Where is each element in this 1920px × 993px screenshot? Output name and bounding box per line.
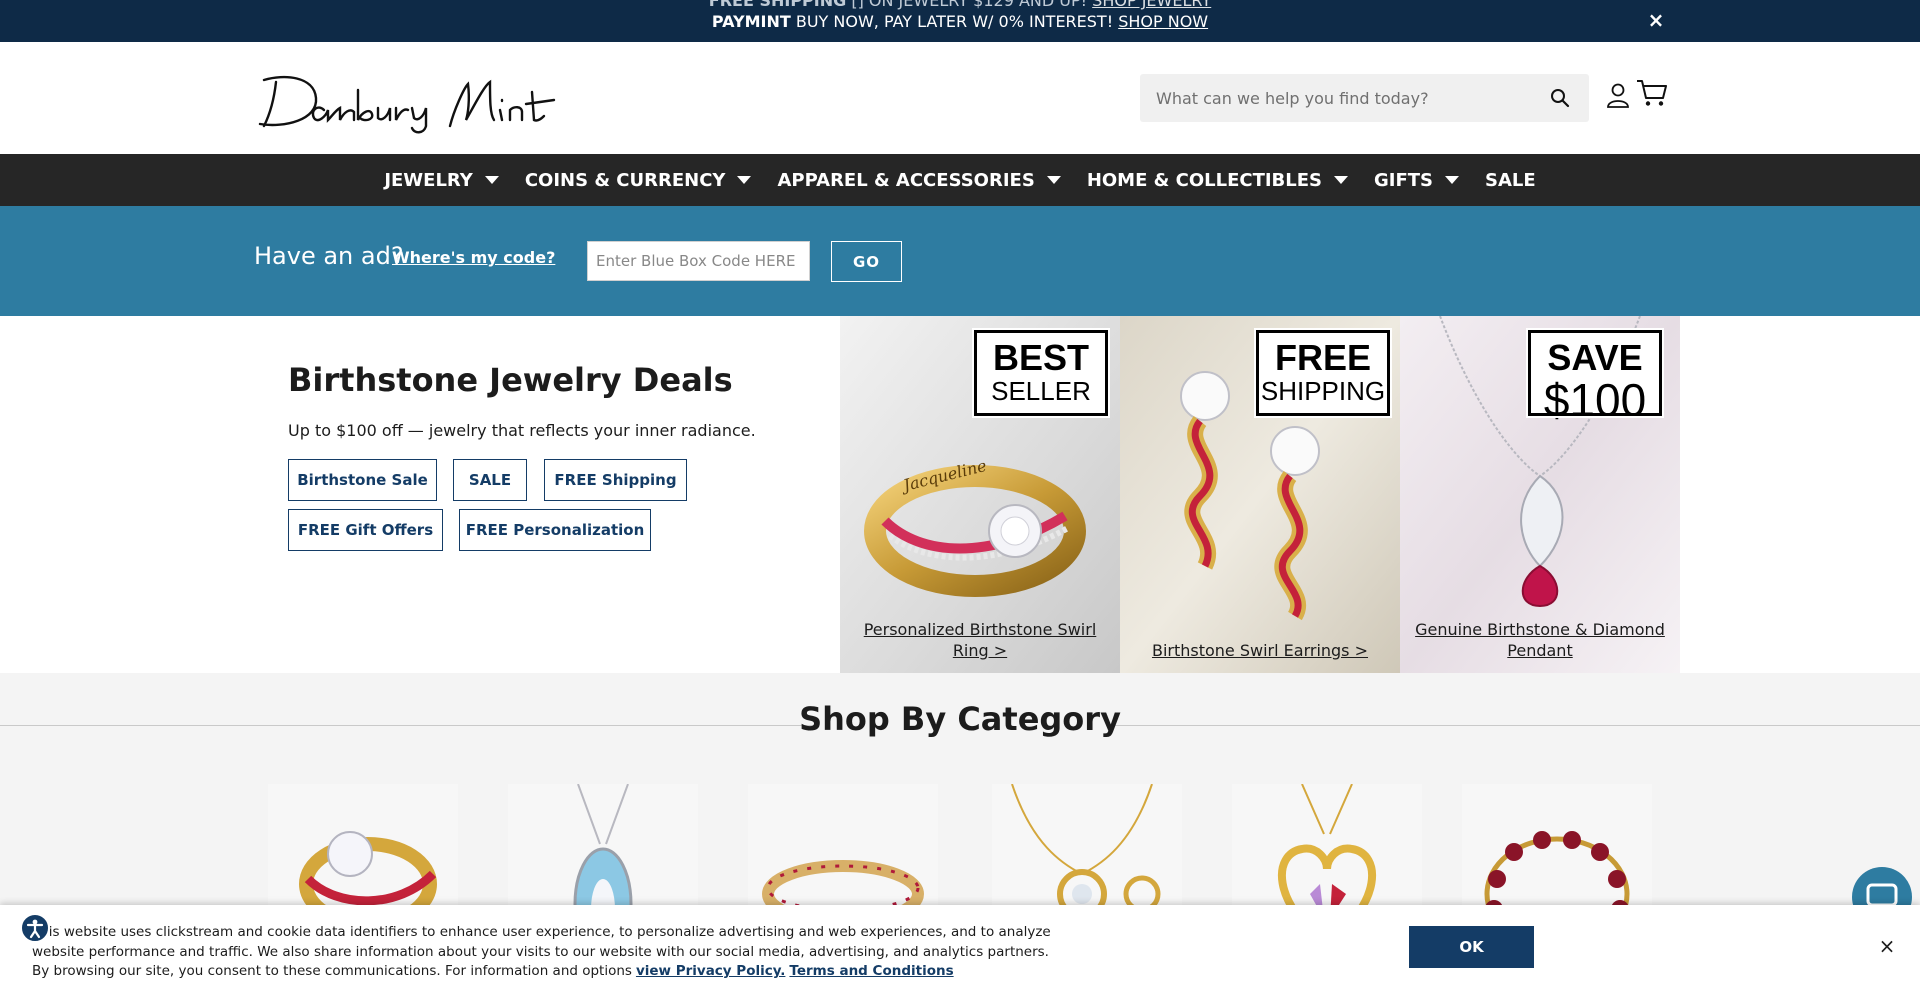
- account-icon[interactable]: [1606, 82, 1630, 108]
- promo-shipping-text: [] ON JEWELRY $129 AND UP!: [846, 0, 1093, 10]
- main-nav-list: JEWELRY COINS & CURRENCY APPAREL & ACCES…: [0, 154, 1920, 206]
- section-title: Shop By Category: [799, 700, 1121, 738]
- cookie-consent-text: This website uses clickstream and cookie…: [32, 923, 1062, 982]
- badge-bottom-text: SHIPPING: [1260, 376, 1386, 406]
- have-an-ad-label: Have an ad?: [254, 242, 404, 270]
- cookie-ok-button[interactable]: OK: [1409, 926, 1534, 968]
- cookie-banner: This website uses clickstream and cookie…: [0, 905, 1920, 993]
- nav-item-jewelry[interactable]: JEWELRY: [371, 154, 512, 206]
- nav-label: APPAREL & ACCESSORIES: [777, 169, 1035, 191]
- chip-sale[interactable]: SALE: [453, 459, 527, 501]
- product-tile-swirl-earrings[interactable]: FREE SHIPPING Birthstone Swirl Earrings …: [1120, 316, 1400, 673]
- caret-down-icon: [737, 176, 752, 184]
- hero-title: Birthstone Jewelry Deals: [288, 361, 733, 399]
- go-button[interactable]: GO: [831, 241, 902, 282]
- chip-birthstone-sale[interactable]: Birthstone Sale: [288, 459, 437, 501]
- badge-top-text: SAVE: [1547, 337, 1643, 378]
- promo-bar: FREE SHIPPING [] ON JEWELRY $129 AND UP!…: [0, 0, 1920, 42]
- ad-code-band: Have an ad? Where's my code? GO: [0, 206, 1920, 316]
- nav-item-gifts[interactable]: GIFTS: [1361, 154, 1472, 206]
- accessibility-icon: [26, 919, 44, 939]
- nav-label: SALE: [1485, 169, 1536, 191]
- caret-down-icon: [1334, 176, 1348, 184]
- caret-down-icon: [484, 176, 499, 184]
- cookie-close-button[interactable]: ×: [1876, 935, 1898, 957]
- product-tile-birthstone-pendant[interactable]: SAVE $100 Genuine Birthstone & Diamond P…: [1400, 316, 1680, 673]
- promo-line-shipping: FREE SHIPPING [] ON JEWELRY $129 AND UP!…: [0, 0, 1920, 10]
- nav-label: JEWELRY: [384, 169, 473, 191]
- promo-close-button[interactable]: ×: [1645, 8, 1667, 32]
- paymint-text: BUY NOW, PAY LATER W/ 0% INTEREST!: [790, 12, 1119, 31]
- main-nav: JEWELRY COINS & CURRENCY APPAREL & ACCES…: [0, 154, 1920, 206]
- birthstone-pendant-caption[interactable]: Genuine Birthstone & Diamond Pendant: [1410, 619, 1670, 661]
- nav-label: COINS & CURRENCY: [524, 169, 726, 191]
- caret-down-icon: [1445, 176, 1460, 184]
- chip-free-personalization[interactable]: FREE Personalization: [459, 509, 651, 551]
- product-tile-swirl-ring[interactable]: Jacqueline BEST SELLER Personalized Birt…: [840, 316, 1120, 673]
- search-box: [1140, 74, 1589, 122]
- promo-shipping-label: FREE SHIPPING: [708, 0, 847, 10]
- shop-jewelry-link[interactable]: SHOP JEWELRY: [1092, 0, 1211, 10]
- shop-now-link[interactable]: SHOP NOW: [1118, 12, 1208, 31]
- badge-top-text: FREE: [1274, 337, 1371, 378]
- paymint-label: PAYMINT: [711, 12, 791, 31]
- badge-top-text: BEST: [992, 337, 1089, 378]
- nav-item-apparel-accessories[interactable]: APPAREL & ACCESSORIES: [764, 154, 1073, 206]
- hero-subtitle: Up to $100 off — jewelry that reflects y…: [288, 421, 756, 440]
- save-100-badge: SAVE $100: [1526, 328, 1664, 423]
- nav-label: HOME & COLLECTIBLES: [1086, 169, 1322, 191]
- promo-line-paymint: PAYMINT BUY NOW, PAY LATER W/ 0% INTERES…: [0, 12, 1920, 31]
- caret-down-icon: [1046, 176, 1061, 184]
- chip-free-gift-offers[interactable]: FREE Gift Offers: [288, 509, 443, 551]
- hero-section: Birthstone Jewelry Deals Up to $100 off …: [0, 316, 1920, 673]
- wheres-my-code-link[interactable]: Where's my code?: [392, 248, 555, 267]
- danbury-mint-logo[interactable]: [254, 70, 579, 136]
- chip-free-shipping[interactable]: FREE Shipping: [544, 459, 687, 501]
- accessibility-button[interactable]: [20, 913, 50, 943]
- badge-bottom-text: SELLER: [991, 376, 1091, 406]
- privacy-policy-link[interactable]: view Privacy Policy.: [636, 963, 785, 979]
- nav-item-home-collectibles[interactable]: HOME & COLLECTIBLES: [1074, 154, 1361, 206]
- search-icon[interactable]: [1548, 86, 1572, 110]
- swirl-earrings-caption[interactable]: Birthstone Swirl Earrings >: [1130, 640, 1390, 661]
- nav-item-sale[interactable]: SALE: [1472, 154, 1549, 206]
- cart-icon[interactable]: [1636, 78, 1668, 108]
- free-shipping-badge: FREE SHIPPING: [1254, 328, 1392, 418]
- blue-box-code-input[interactable]: [587, 241, 810, 281]
- nav-item-coins-currency[interactable]: COINS & CURRENCY: [512, 154, 765, 206]
- badge-bottom-text: $100: [1543, 374, 1647, 426]
- best-seller-badge: BEST SELLER: [972, 328, 1110, 418]
- search-input[interactable]: [1156, 74, 1536, 122]
- nav-label: GIFTS: [1374, 169, 1434, 191]
- swirl-ring-caption[interactable]: Personalized Birthstone Swirl Ring >: [850, 619, 1110, 661]
- terms-conditions-link[interactable]: Terms and Conditions: [789, 963, 953, 979]
